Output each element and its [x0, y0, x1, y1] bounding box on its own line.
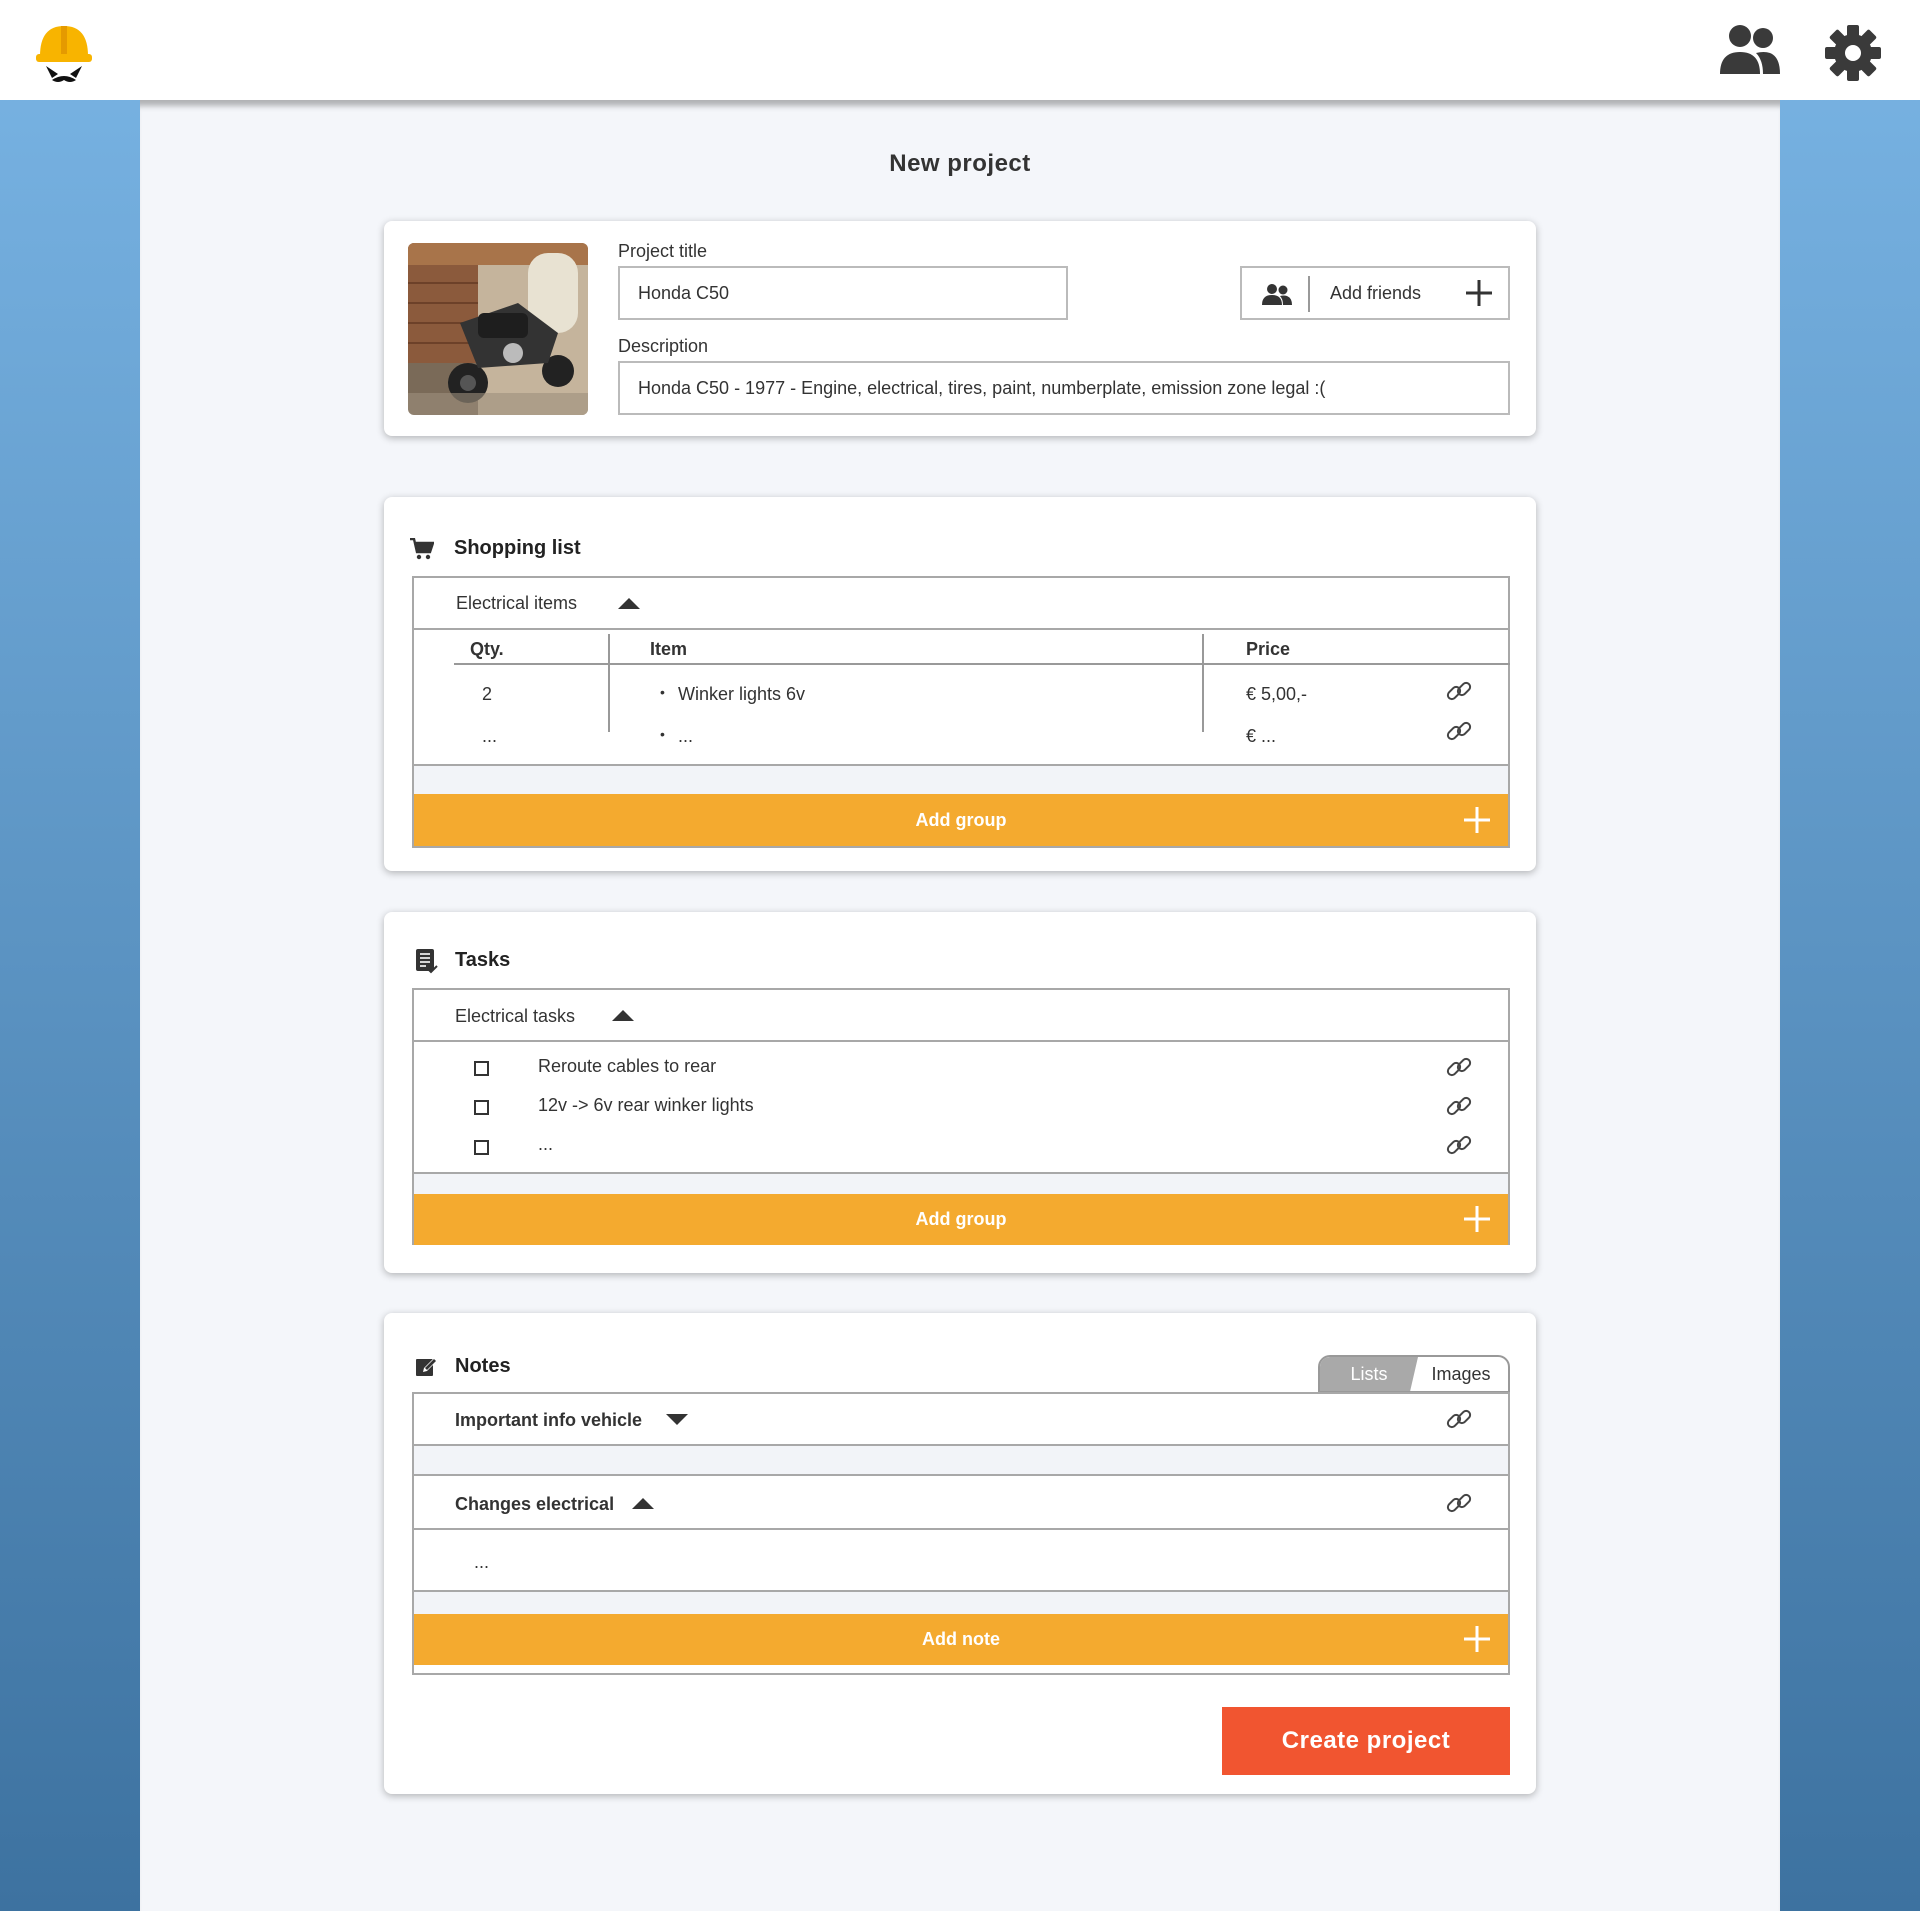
tasks-group-label: Electrical tasks [455, 1006, 576, 1026]
add-friends-button[interactable]: Add friends [1240, 266, 1510, 320]
note-group-label: Changes electrical [455, 1494, 615, 1514]
task-checkbox[interactable] [474, 1100, 489, 1115]
note-group-header[interactable]: Important info vehicle [414, 1394, 1508, 1446]
link-icon[interactable] [1446, 1490, 1472, 1516]
plus-icon [1464, 1206, 1490, 1232]
link-icon[interactable] [1446, 1093, 1472, 1119]
note-group-header[interactable]: Changes electrical [414, 1478, 1508, 1530]
spacer [414, 1174, 1508, 1194]
toggle-images[interactable]: Images [1414, 1357, 1508, 1391]
shopping-list-title: Shopping list [454, 537, 581, 559]
project-card: Project title Honda C50 Add friends Desc… [384, 221, 1536, 436]
top-bar [0, 0, 1920, 100]
spacer [414, 1446, 1508, 1476]
project-title-label: Project title [618, 241, 708, 261]
notes-card: Notes Lists Images Important info vehicl… [384, 1313, 1536, 1794]
divider [1308, 276, 1310, 312]
price-cell[interactable]: € 5,00,- [1246, 684, 1307, 705]
add-group-button[interactable]: Add group [414, 1194, 1508, 1245]
expand-arrow-icon[interactable] [666, 1414, 688, 1425]
collapse-arrow-icon[interactable] [632, 1498, 654, 1509]
price-header: Price [1246, 639, 1291, 659]
cart-icon [410, 538, 434, 560]
notes-list: Important info vehicle Changes electrica… [412, 1392, 1510, 1675]
shopping-group: Electrical items Qty. Item Price 2 • Win… [412, 576, 1510, 848]
column-divider [1202, 634, 1204, 732]
plus-icon [1466, 280, 1492, 306]
qty-cell[interactable]: 2 [482, 684, 492, 705]
spacer [414, 1592, 1508, 1614]
page-title: New project [889, 150, 1031, 177]
note-group-label: Important info vehicle [455, 1410, 643, 1430]
project-image[interactable] [408, 243, 588, 415]
task-checkbox[interactable] [474, 1140, 489, 1155]
collapse-arrow-icon[interactable] [618, 598, 640, 609]
item-cell[interactable]: ... [678, 726, 693, 747]
task-label: 12v -> 6v rear winker lights [538, 1095, 754, 1115]
plus-icon [1464, 807, 1490, 833]
shopping-group-label: Electrical items [456, 593, 578, 613]
task-label: ... [538, 1134, 554, 1154]
tasks-title: Tasks [455, 949, 511, 971]
add-group-label: Add group [915, 1209, 1007, 1229]
description-input[interactable]: Honda C50 - 1977 - Engine, electrical, t… [618, 361, 1510, 415]
users-icon[interactable] [1718, 22, 1782, 78]
note-content[interactable]: ... [474, 1552, 489, 1573]
qty-cell[interactable]: ... [482, 726, 497, 747]
collapse-arrow-icon[interactable] [612, 1010, 634, 1021]
add-group-label: Add group [915, 810, 1007, 830]
item-cell[interactable]: Winker lights 6v [678, 684, 805, 705]
add-group-button[interactable]: Add group [414, 794, 1508, 846]
notes-view-toggle[interactable]: Lists Images [1318, 1355, 1510, 1393]
users-icon [1262, 284, 1292, 305]
link-icon[interactable] [1446, 1132, 1472, 1158]
logo-icon[interactable] [34, 22, 94, 86]
project-title-input[interactable]: Honda C50 [618, 266, 1068, 320]
task-checkbox[interactable] [474, 1061, 489, 1076]
task-label: Reroute cables to rear [538, 1056, 717, 1076]
price-cell[interactable]: € ... [1246, 726, 1276, 747]
tasks-group: Electrical tasks Reroute cables to rear … [412, 988, 1510, 1245]
bullet: • [660, 726, 665, 742]
main-panel: New project Project title Honda C50 Add … [140, 100, 1780, 1911]
add-friends-label: Add friends [1330, 283, 1422, 303]
column-divider [608, 634, 610, 732]
shopping-list-card: Shopping list Electrical items Qty. Item… [384, 497, 1536, 871]
link-icon[interactable] [1446, 678, 1472, 704]
add-note-button[interactable]: Add note [414, 1614, 1508, 1665]
checklist-icon [416, 949, 438, 974]
tasks-card: Tasks Electrical tasks Reroute cables to… [384, 912, 1536, 1273]
create-project-button[interactable]: Create project [1222, 1707, 1510, 1775]
description-label: Description [618, 336, 709, 356]
gear-icon[interactable] [1824, 24, 1882, 82]
toggle-lists[interactable]: Lists [1320, 1357, 1418, 1391]
spacer [414, 766, 1508, 794]
add-note-label: Add note [922, 1629, 1000, 1649]
shopping-group-header[interactable]: Electrical items [414, 578, 1508, 630]
tasks-group-header[interactable]: Electrical tasks [414, 990, 1508, 1042]
notes-title: Notes [455, 1355, 511, 1377]
qty-header: Qty. [470, 639, 504, 659]
link-icon[interactable] [1446, 1406, 1472, 1432]
header-underline [454, 663, 1510, 665]
bullet: • [660, 684, 665, 700]
plus-icon [1464, 1626, 1490, 1652]
item-header: Item [650, 639, 688, 659]
link-icon[interactable] [1446, 1054, 1472, 1080]
link-icon[interactable] [1446, 718, 1472, 744]
edit-note-icon [416, 1358, 437, 1376]
